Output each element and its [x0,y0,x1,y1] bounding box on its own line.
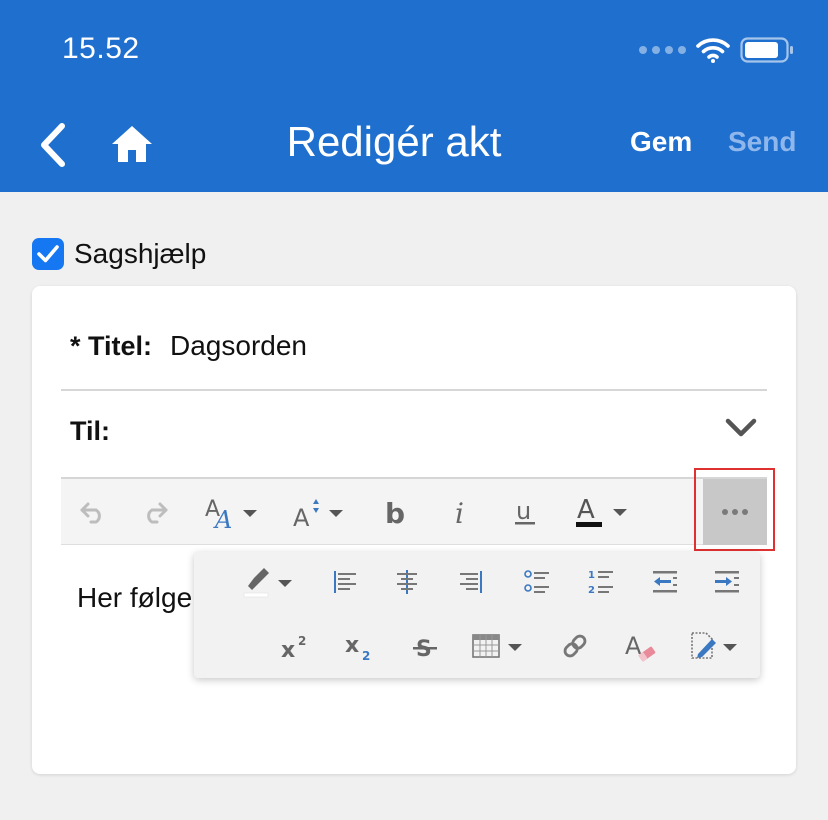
insert-signature-button[interactable] [688,626,742,666]
app-header: 15.52 Redigér akt Gem Send [0,0,828,192]
underline-button[interactable]: u [507,489,543,535]
superscript-button[interactable]: x 2 [278,626,314,666]
italic-button[interactable]: i [445,489,477,535]
title-input[interactable]: Dagsorden [170,330,307,362]
font-family-icon: A A [205,497,257,530]
font-size-button[interactable]: A [291,489,347,535]
redo-icon [147,502,168,524]
help-checkbox[interactable] [32,238,64,270]
highlight-frame [694,468,775,551]
outdent-icon [653,571,677,593]
font-family-button[interactable]: A A [203,489,259,535]
back-icon[interactable] [36,122,76,168]
svg-text:u: u [516,497,531,525]
status-time: 15.52 [62,32,140,65]
strikethrough-button[interactable]: S [408,626,442,666]
italic-icon: i [455,497,464,527]
indent-icon [715,571,739,593]
link-icon [563,634,587,658]
align-center-button[interactable] [390,562,424,602]
page-title: Redigér akt [286,118,502,165]
bullet-list-button[interactable] [520,562,554,602]
insert-signature-icon [691,632,737,659]
clear-format-icon: A [625,632,656,662]
editor-toolbar: A A A b i u A [61,479,767,545]
bold-button[interactable]: b [379,489,411,535]
text-color-icon: A [576,495,627,527]
text-color-button[interactable]: A [573,489,639,535]
table-icon [472,634,522,658]
help-checkbox-row[interactable]: Sagshjælp [32,238,206,270]
highlight-color-icon [243,568,292,598]
status-indicators [639,36,794,64]
undo-button[interactable] [75,489,111,535]
svg-text:A: A [293,504,310,530]
align-center-icon [397,570,417,594]
svg-text:i: i [455,497,464,527]
numbered-list-button[interactable]: 1 2 [584,562,618,602]
save-button[interactable]: Gem [630,126,692,158]
underline-icon: u [515,497,535,525]
svg-text:A: A [213,506,232,530]
strikethrough-icon: S [413,637,437,661]
cellular-signal-icon [639,46,686,54]
checkmark-icon [37,245,59,263]
chevron-down-icon[interactable] [724,416,758,440]
compose-card: * Titel: Dagsorden Til: A A A b i u A He… [32,286,796,774]
clear-format-button[interactable]: A [622,626,660,666]
title-label: * Titel: [70,331,153,361]
svg-text:A: A [577,495,595,525]
table-button[interactable] [470,626,528,666]
svg-text:x: x [281,638,295,661]
align-left-icon [334,571,356,593]
subscript-icon: x 2 [345,633,370,662]
to-label: Til: [70,416,110,446]
divider [61,389,767,391]
subscript-button[interactable]: x 2 [342,626,378,666]
undo-icon [80,502,101,524]
redo-button[interactable] [137,489,173,535]
indent-button[interactable] [710,562,744,602]
outdent-button[interactable] [648,562,682,602]
svg-text:2: 2 [588,585,595,596]
svg-text:x: x [345,633,359,658]
svg-text:b: b [385,497,405,527]
help-label: Sagshjælp [74,238,207,269]
link-button[interactable] [558,626,592,666]
home-icon[interactable] [110,122,154,166]
wifi-icon [696,38,730,63]
align-right-button[interactable] [454,562,488,602]
align-left-button[interactable] [328,562,362,602]
numbered-list-icon: 1 2 [588,570,613,596]
highlight-color-button[interactable] [242,562,298,602]
bold-icon: b [385,497,405,527]
title-row: * Titel: Dagsorden [70,330,307,362]
bullet-list-icon [524,570,549,593]
svg-text:2: 2 [362,649,370,662]
send-button[interactable]: Send [728,126,796,158]
editor-body[interactable]: Her følge [77,582,192,614]
align-right-icon [460,571,482,593]
font-size-icon: A [293,499,343,530]
toolbar-overflow-popup: 1 2 x 2 x 2 A [194,552,760,678]
svg-text:1: 1 [588,570,595,581]
battery-icon [740,37,793,63]
svg-text:2: 2 [298,634,306,648]
superscript-icon: x 2 [281,634,306,661]
